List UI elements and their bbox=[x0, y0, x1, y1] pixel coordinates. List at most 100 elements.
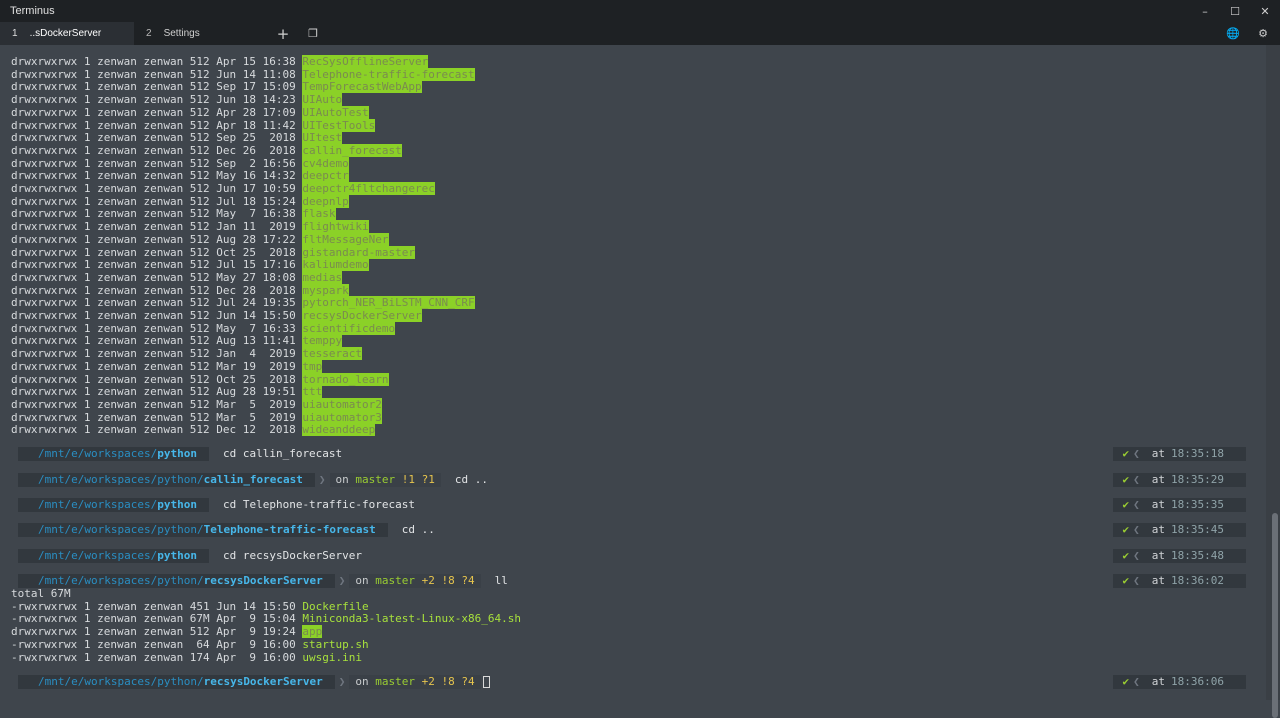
separator-icon: ❮ bbox=[1133, 573, 1140, 587]
file-name: startup.sh bbox=[302, 637, 369, 651]
file-meta: -rwxrwxrwx 1 zenwan zenwan 67M Apr 9 15:… bbox=[11, 612, 303, 626]
directory-name: UIAutoTest bbox=[302, 105, 369, 119]
directory-name: gistandard-master bbox=[302, 245, 415, 259]
file-meta: drwxrwxrwx 1 zenwan zenwan 512 Mar 19 20… bbox=[11, 359, 303, 373]
success-check-icon: ✔ bbox=[1122, 573, 1130, 587]
at-label: at bbox=[1151, 674, 1166, 688]
tab-number: 1 bbox=[12, 28, 18, 39]
tab-terminal[interactable]: 1 ..sDockerServer bbox=[0, 22, 134, 45]
command-text: cd Telephone-traffic-forecast bbox=[222, 497, 416, 511]
file-name: Miniconda3-latest-Linux-x86_64.sh bbox=[302, 612, 521, 626]
current-dir: python bbox=[157, 548, 197, 562]
git-status: on master +2 !8 ?4 bbox=[349, 674, 481, 689]
file-meta: drwxrwxrwx 1 zenwan zenwan 512 Jun 14 11… bbox=[11, 67, 303, 81]
git-on-label: on bbox=[355, 674, 376, 688]
git-branch: master bbox=[375, 674, 422, 688]
directory-name: flightwiki bbox=[302, 220, 369, 234]
shell-prompt: /mnt/e/workspaces/python/callin_forecast… bbox=[18, 473, 488, 487]
directory-name: uiautomator2 bbox=[302, 397, 382, 411]
separator-icon: ❮ bbox=[1133, 674, 1140, 688]
file-meta: drwxrwxrwx 1 zenwan zenwan 512 Jul 15 17… bbox=[11, 258, 303, 272]
separator-icon: ❮ bbox=[1133, 446, 1140, 460]
file-meta: drwxrwxrwx 1 zenwan zenwan 512 Jul 24 19… bbox=[11, 296, 303, 310]
directory-name: scientificdemo bbox=[302, 321, 396, 335]
command-text: cd .. bbox=[454, 472, 489, 486]
new-tab-button[interactable]: + bbox=[271, 22, 295, 45]
command-text: cd callin_forecast bbox=[222, 446, 343, 460]
scrollbar-thumb[interactable] bbox=[1272, 513, 1278, 718]
title-bar: Terminus – ☐ ✕ bbox=[0, 0, 1280, 22]
git-on-label: on bbox=[355, 573, 376, 587]
text-cursor[interactable] bbox=[482, 676, 490, 688]
right-prompt: ✔ ❮ at 18:35:45 bbox=[1112, 522, 1246, 537]
app-title: Terminus bbox=[10, 5, 55, 17]
git-on-label: on bbox=[335, 472, 356, 486]
path-prefix: /mnt/e/workspaces/python/ bbox=[38, 522, 204, 536]
maximize-button[interactable]: ☐ bbox=[1220, 0, 1250, 22]
file-meta: -rwxrwxrwx 1 zenwan zenwan 174 Apr 9 16:… bbox=[11, 650, 303, 664]
right-prompt: ✔ ❮ at 18:36:06 bbox=[1112, 674, 1246, 689]
file-meta: drwxrwxrwx 1 zenwan zenwan 512 Aug 28 17… bbox=[11, 232, 303, 246]
tab-settings[interactable]: 2 Settings bbox=[134, 22, 260, 45]
command-time: 18:35:18 bbox=[1171, 446, 1224, 460]
git-status: on master !1 ?1 bbox=[329, 472, 441, 487]
success-check-icon: ✔ bbox=[1122, 548, 1130, 562]
directory-name: temppy bbox=[302, 334, 343, 348]
at-label: at bbox=[1151, 522, 1166, 536]
command-time: 18:36:02 bbox=[1171, 573, 1224, 587]
separator-icon: ❯ bbox=[318, 472, 326, 486]
minimize-button[interactable]: – bbox=[1190, 0, 1220, 22]
terminal-output[interactable]: drwxrwxrwx 1 zenwan zenwan 512 Apr 15 16… bbox=[0, 45, 1266, 700]
git-changes: +2 !8 ?4 bbox=[421, 573, 475, 587]
at-label: at bbox=[1151, 548, 1166, 562]
at-label: at bbox=[1151, 472, 1166, 486]
command-text: ll bbox=[494, 573, 508, 587]
file-meta: drwxrwxrwx 1 zenwan zenwan 512 Sep 17 15… bbox=[11, 80, 303, 94]
file-meta: drwxrwxrwx 1 zenwan zenwan 512 Apr 18 11… bbox=[11, 118, 303, 132]
prompt-path: /mnt/e/workspaces/python/recsysDockerSer… bbox=[18, 675, 335, 689]
close-button[interactable]: ✕ bbox=[1250, 0, 1280, 22]
prompt-path: /mnt/e/workspaces/python/callin_forecast bbox=[18, 473, 315, 487]
path-prefix: /mnt/e/workspaces/python/ bbox=[38, 573, 204, 587]
right-prompt: ✔ ❮ at 18:35:48 bbox=[1112, 548, 1246, 563]
file-name: uwsgi.ini bbox=[302, 650, 363, 664]
directory-name: TempForecastWebApp bbox=[302, 80, 422, 94]
scrollbar[interactable] bbox=[1266, 45, 1280, 718]
file-meta: drwxrwxrwx 1 zenwan zenwan 512 May 7 16:… bbox=[11, 321, 303, 335]
at-label: at bbox=[1151, 446, 1166, 460]
file-meta: drwxrwxrwx 1 zenwan zenwan 512 Apr 9 19:… bbox=[11, 625, 303, 639]
file-meta: -rwxrwxrwx 1 zenwan zenwan 451 Jun 14 15… bbox=[11, 599, 303, 613]
file-meta: drwxrwxrwx 1 zenwan zenwan 512 Jun 17 10… bbox=[11, 182, 303, 195]
file-meta: drwxrwxrwx 1 zenwan zenwan 512 Dec 26 20… bbox=[11, 143, 303, 157]
directory-name: pytorch_NER_BiLSTM_CNN_CRF bbox=[302, 296, 475, 310]
restore-session-icon[interactable]: ❐ bbox=[301, 22, 325, 45]
success-check-icon: ✔ bbox=[1122, 522, 1130, 536]
listing-row: drwxrwxrwx 1 zenwan zenwan 512 Dec 12 20… bbox=[11, 423, 376, 437]
file-meta: drwxrwxrwx 1 zenwan zenwan 512 May 16 14… bbox=[11, 169, 303, 183]
file-meta: drwxrwxrwx 1 zenwan zenwan 512 Dec 28 20… bbox=[11, 283, 303, 297]
right-prompt: ✔ ❮ at 18:35:29 bbox=[1112, 472, 1246, 487]
gear-icon[interactable]: ⚙ bbox=[1251, 22, 1275, 45]
file-meta: drwxrwxrwx 1 zenwan zenwan 512 Jun 14 15… bbox=[11, 309, 303, 322]
directory-name: ttt bbox=[302, 385, 323, 399]
file-name: Dockerfile bbox=[302, 599, 369, 613]
directory-name: deepctr4fltchangerec bbox=[302, 182, 435, 195]
file-meta: drwxrwxrwx 1 zenwan zenwan 512 Jul 18 15… bbox=[11, 194, 303, 208]
globe-icon[interactable]: 🌐 bbox=[1221, 22, 1245, 45]
directory-name: tesseract bbox=[302, 347, 363, 361]
path-prefix: /mnt/e/workspaces/python/ bbox=[38, 472, 204, 486]
command-text: cd .. bbox=[401, 522, 435, 536]
file-meta: drwxrwxrwx 1 zenwan zenwan 512 Aug 13 11… bbox=[11, 334, 303, 348]
directory-name: UITestTools bbox=[302, 118, 376, 132]
separator-icon: ❮ bbox=[1133, 472, 1140, 486]
file-meta: drwxrwxrwx 1 zenwan zenwan 512 May 27 18… bbox=[11, 270, 303, 284]
path-prefix: /mnt/e/workspaces/ bbox=[38, 446, 158, 460]
directory-name: cv4demo bbox=[302, 156, 349, 170]
success-check-icon: ✔ bbox=[1122, 674, 1130, 688]
directory-name: tornado_learn bbox=[302, 372, 389, 386]
prompt-path: /mnt/e/workspaces/python/recsysDockerSer… bbox=[18, 574, 335, 588]
file-meta: drwxrwxrwx 1 zenwan zenwan 512 Jan 4 201… bbox=[11, 347, 303, 361]
separator-icon: ❯ bbox=[338, 674, 346, 688]
directory-name: UItest bbox=[302, 131, 343, 145]
current-dir: python bbox=[157, 446, 197, 460]
